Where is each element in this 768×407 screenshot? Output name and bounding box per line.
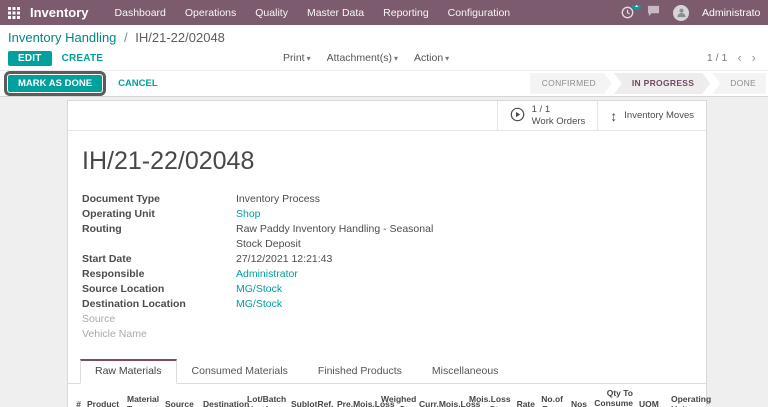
status-pipeline: CONFIRMED IN PROGRESS DONE [528,73,766,94]
col-product[interactable]: Product [84,384,124,407]
pager: 1 / 1 ‹ › [706,51,756,64]
col-index[interactable]: # [68,384,84,407]
attachment-menu[interactable]: Attachment(s) ▾ [327,52,398,64]
mark-as-done-button[interactable]: MARK AS DONE [3,71,107,96]
field-responsible: Responsible Administrator [82,268,298,280]
breadcrumb-current: IH/21-22/02048 [135,30,225,45]
state-done[interactable]: DONE [712,73,766,94]
pager-previous-icon[interactable]: ‹ [737,51,741,64]
activity-badge: 1 [632,4,641,10]
col-operating-unit[interactable]: Operating Unit [668,384,711,407]
menu-master-data[interactable]: Master Data [307,7,364,19]
edit-button[interactable]: EDIT [8,50,52,66]
page-title: IH/21-22/02048 [82,147,255,175]
col-pre-mois-loss[interactable]: Pre.Mois.Loss [334,384,395,407]
field-source: Source [82,313,116,325]
field-vehicle-name: Vehicle Name [82,328,147,340]
messages-icon[interactable] [647,5,660,20]
col-no-of-bags[interactable]: No.of Bags [538,384,566,407]
col-curr-mois-loss[interactable]: Curr.Mois.Loss [416,384,480,407]
caret-down-icon: ▾ [306,54,311,63]
state-confirmed[interactable]: CONFIRMED [530,73,612,94]
pager-next-icon[interactable]: › [752,51,756,64]
pager-count: 1 / 1 [706,52,728,64]
field-source-location: Source Location MG/Stock [82,283,283,295]
col-nos[interactable]: Nos [566,384,590,407]
smart-buttons: 1 / 1 Work Orders ↕ Inventory Moves [68,101,706,131]
navbar-right: 1 Administrator [621,4,760,21]
col-weighed-qty[interactable]: Weighed Qty [378,384,416,407]
tab-finished-products[interactable]: Finished Products [303,359,417,384]
sheet-body: IH/21-22/02048 Document Type Inventory P… [68,131,706,342]
inventory-moves-label: Inventory Moves [624,110,694,121]
breadcrumb-separator: / [124,30,128,45]
tab-strip: Raw Materials Consumed Materials Finishe… [68,359,706,384]
col-qty-to-consume[interactable]: Qty To Consume ▲ [590,384,636,407]
col-source[interactable]: Source [162,384,200,407]
breadcrumb-parent-link[interactable]: Inventory Handling [8,30,116,45]
inventory-moves-button[interactable]: ↕ Inventory Moves [597,101,706,130]
avatar[interactable] [673,4,689,21]
caret-down-icon: ▾ [393,54,398,63]
menu-dashboard[interactable]: Dashboard [115,7,166,19]
field-group: Document Type Inventory Process Operatin… [82,192,690,342]
breadcrumb: Inventory Handling / IH/21-22/02048 [8,29,760,46]
raw-materials-table: # Product Material Type Source Destinati… [68,384,711,407]
col-uom[interactable]: UOM [636,384,668,407]
app-name[interactable]: Inventory [30,5,89,20]
field-document-type: Document Type Inventory Process [82,193,321,205]
statusbar: MARK AS DONE CANCEL CONFIRMED IN PROGRES… [0,70,768,97]
col-destination[interactable]: Destination [200,384,249,407]
play-circle-icon [510,107,525,125]
field-destination-location: Destination Location MG/Stock [82,298,283,310]
col-material-type[interactable]: Material Type [124,384,162,407]
work-orders-label: Work Orders [531,115,586,127]
notebook: Raw Materials Consumed Materials Finishe… [68,359,711,407]
tab-miscellaneous[interactable]: Miscellaneous [417,359,514,384]
main-menu: Dashboard Operations Quality Master Data… [115,7,511,19]
form-sheet: 1 / 1 Work Orders ↕ Inventory Moves IH/2… [67,100,711,407]
table-header-row: # Product Material Type Source Destinati… [68,384,711,407]
tab-consumed-materials[interactable]: Consumed Materials [177,359,303,384]
state-in-progress[interactable]: IN PROGRESS [614,73,710,94]
col-mois-loss-qty[interactable]: Mois.Loss Qty [466,384,511,407]
activity-clock-icon[interactable]: 1 [621,4,641,19]
work-orders-count: 1 / 1 [531,104,551,116]
menu-configuration[interactable]: Configuration [448,7,510,19]
tab-raw-materials[interactable]: Raw Materials [80,359,177,384]
top-navbar: Inventory Dashboard Operations Quality M… [0,0,768,25]
control-panel-buttons: EDIT CREATE Print ▾ Attachment(s) ▾ Action… [8,49,760,67]
field-routing: Routing Raw Paddy Inventory Handling - S… [82,223,434,250]
content-area: 1 / 1 Work Orders ↕ Inventory Moves IH/2… [0,97,768,407]
work-orders-button[interactable]: 1 / 1 Work Orders [496,101,598,130]
user-menu[interactable]: Administrator [702,7,760,19]
caret-down-icon: ▾ [445,54,450,63]
menu-operations[interactable]: Operations [185,7,236,19]
arrows-up-down-icon: ↕ [610,107,618,124]
menu-quality[interactable]: Quality [255,7,288,19]
print-menu[interactable]: Print ▾ [283,52,311,64]
field-start-date: Start Date 27/12/2021 12:21:43 [82,253,333,265]
apps-grid-icon[interactable] [8,6,20,19]
cancel-button[interactable]: CANCEL [118,78,158,89]
col-lot-batch-number[interactable]: Lot/Batch Number [244,384,288,407]
create-button[interactable]: CREATE [62,53,104,64]
control-panel: Inventory Handling / IH/21-22/02048 EDIT… [0,25,768,70]
action-menus: Print ▾ Attachment(s) ▾ Action ▾ [283,52,449,64]
action-menu[interactable]: Action ▾ [414,52,449,64]
field-operating-unit: Operating Unit Shop [82,208,261,220]
col-sublot-ref[interactable]: SublotRef. [288,384,334,407]
menu-reporting[interactable]: Reporting [383,7,429,19]
